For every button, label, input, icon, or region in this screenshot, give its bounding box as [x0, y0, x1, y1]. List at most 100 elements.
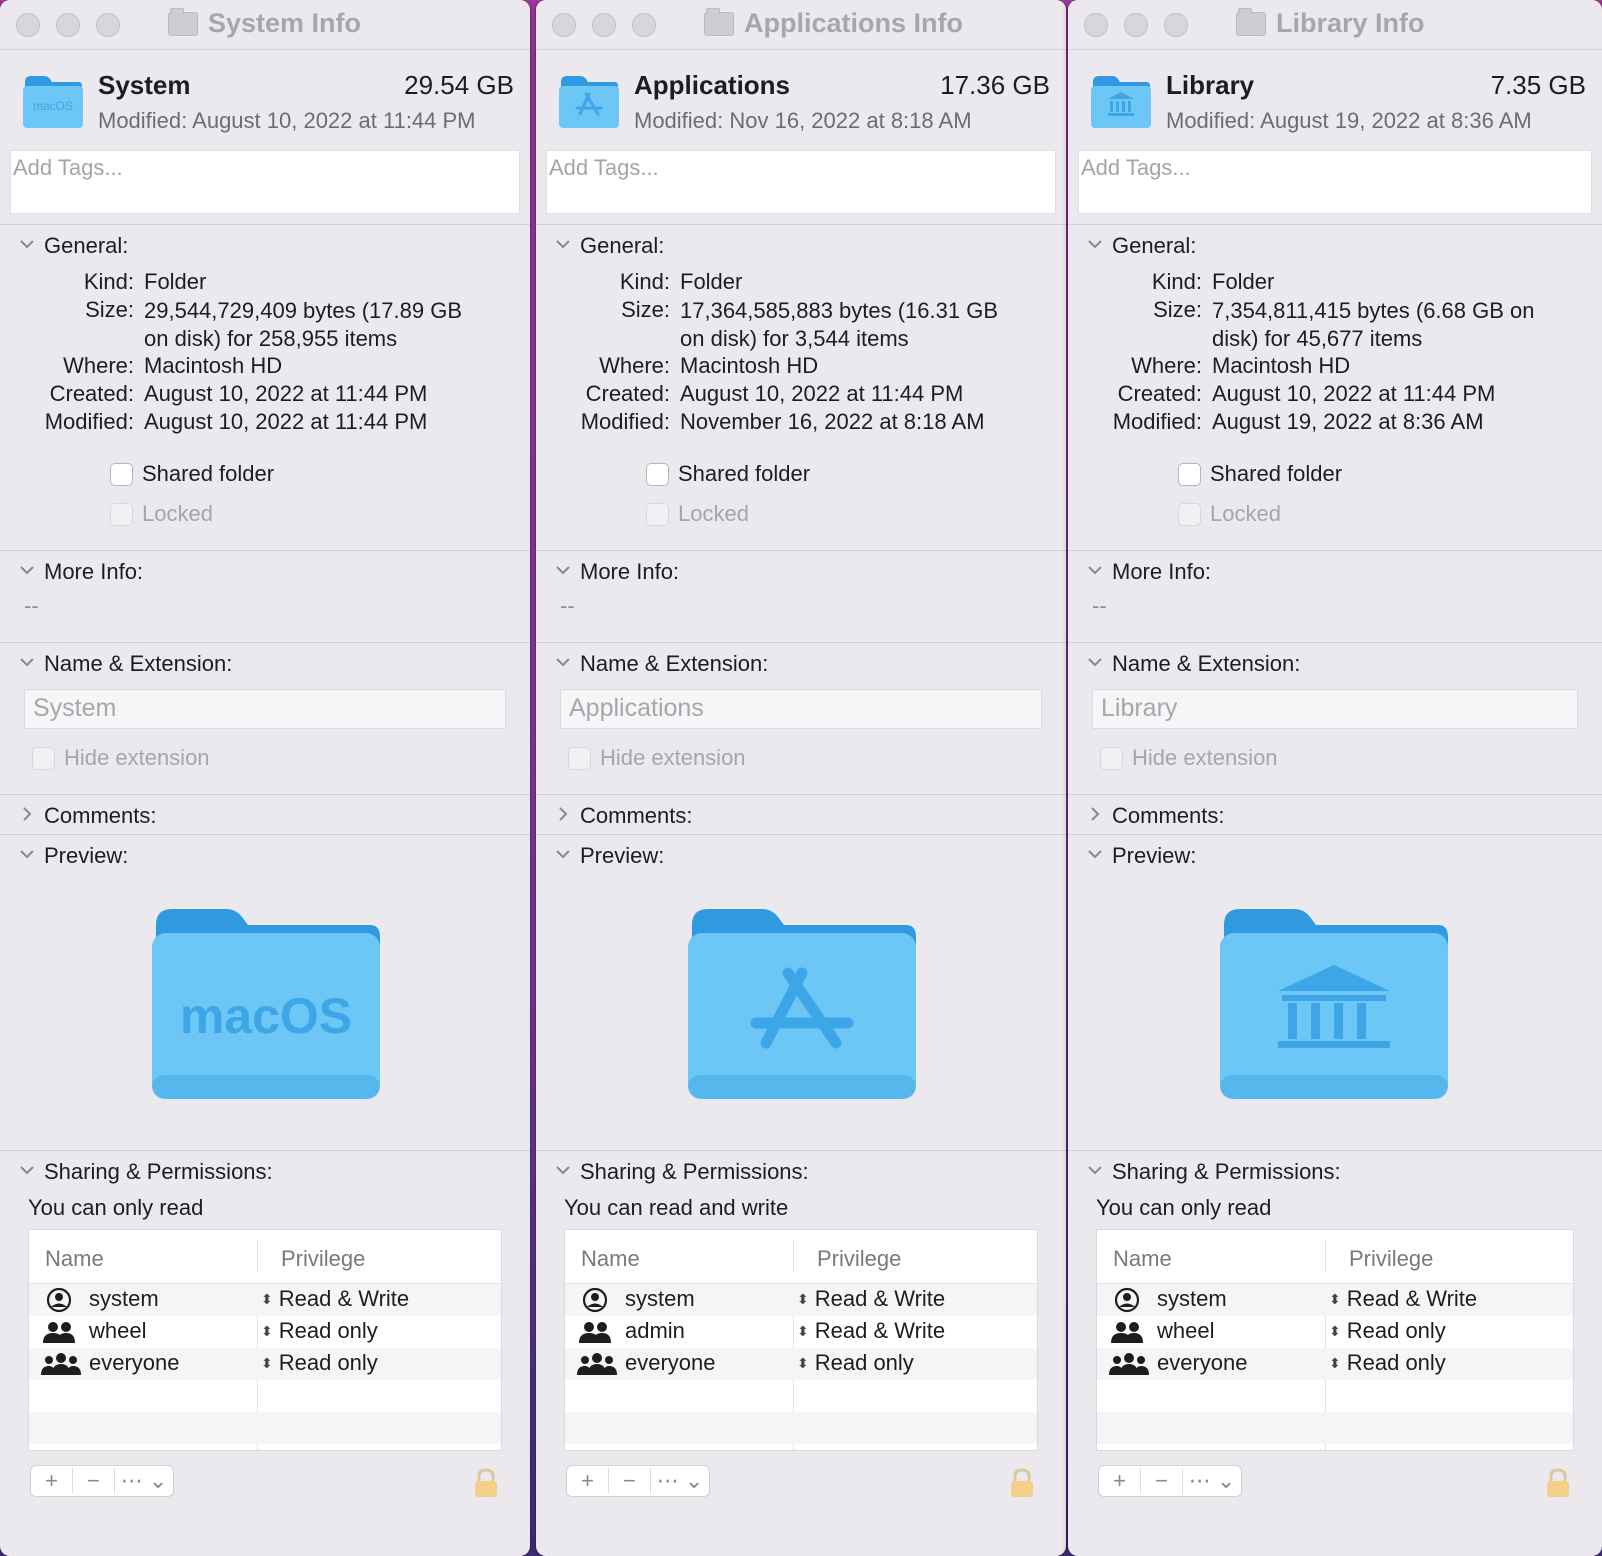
- modified-value: August 19, 2022 at 8:36 AM: [1212, 409, 1484, 434]
- column-name-header[interactable]: Name: [45, 1246, 104, 1272]
- name-field[interactable]: Library: [1092, 689, 1578, 729]
- comments-disclosure[interactable]: Comments:: [1068, 795, 1602, 835]
- name-extension-disclosure[interactable]: Name & Extension:: [536, 643, 1066, 683]
- preview-section: Preview:: [1068, 834, 1602, 1150]
- privilege-popup[interactable]: Read only: [261, 1318, 378, 1344]
- permissions-toolbar: + − ⋯ ⌄: [1068, 1451, 1602, 1515]
- permission-row[interactable]: system Read & Write: [29, 1284, 501, 1316]
- permission-row[interactable]: wheel Read only: [1097, 1316, 1573, 1348]
- more-info-disclosure[interactable]: More Info:: [1068, 551, 1602, 591]
- shared-folder-option[interactable]: Shared folder: [536, 459, 1066, 499]
- tags-field[interactable]: Add Tags...: [546, 150, 1056, 214]
- minimize-button[interactable]: [1124, 13, 1148, 37]
- title-bar[interactable]: System Info: [0, 0, 530, 50]
- privilege-popup[interactable]: Read & Write: [797, 1318, 945, 1344]
- add-user-button[interactable]: +: [1099, 1468, 1141, 1494]
- zoom-button[interactable]: [632, 13, 656, 37]
- name-extension-disclosure[interactable]: Name & Extension:: [1068, 643, 1602, 683]
- sharing-disclosure[interactable]: Sharing & Permissions:: [0, 1151, 530, 1191]
- permission-row[interactable]: system Read & Write: [565, 1284, 1037, 1316]
- general-disclosure[interactable]: General:: [536, 225, 1066, 265]
- sharing-disclosure[interactable]: Sharing & Permissions:: [1068, 1151, 1602, 1191]
- name-field[interactable]: Applications: [560, 689, 1042, 729]
- size-value: 7,354,811,415 bytes (6.68 GB on disk) for…: [1212, 297, 1535, 353]
- close-button[interactable]: [1084, 13, 1108, 37]
- name-field[interactable]: System: [24, 689, 506, 729]
- window-title: System Info: [168, 7, 361, 39]
- privilege-popup[interactable]: Read only: [1329, 1318, 1446, 1344]
- privilege-popup[interactable]: Read only: [797, 1350, 914, 1376]
- close-button[interactable]: [16, 13, 40, 37]
- permission-user-name: everyone: [1157, 1350, 1248, 1375]
- tags-field[interactable]: Add Tags...: [1078, 150, 1592, 214]
- more-info-disclosure[interactable]: More Info:: [0, 551, 530, 591]
- size-line-2: on disk) for 3,544 items: [680, 326, 909, 351]
- add-user-button[interactable]: +: [31, 1468, 73, 1494]
- permission-row[interactable]: everyone Read only: [565, 1348, 1037, 1380]
- action-menu-button[interactable]: ⋯ ⌄: [1183, 1468, 1241, 1494]
- lock-icon[interactable]: [1544, 1467, 1572, 1499]
- folder-proxy-icon[interactable]: [168, 7, 198, 36]
- folder-proxy-icon[interactable]: [1236, 7, 1266, 36]
- remove-user-button[interactable]: −: [1141, 1468, 1183, 1494]
- general-disclosure[interactable]: General:: [0, 225, 530, 265]
- close-button[interactable]: [552, 13, 576, 37]
- shared-folder-option[interactable]: Shared folder: [1068, 459, 1602, 499]
- title-bar[interactable]: Library Info: [1068, 0, 1602, 50]
- privilege-popup[interactable]: Read & Write: [261, 1286, 409, 1312]
- column-privilege-header[interactable]: Privilege: [281, 1246, 365, 1272]
- preview-disclosure[interactable]: Preview:: [536, 835, 1066, 875]
- shared-folder-checkbox[interactable]: [1178, 463, 1201, 486]
- name-extension-disclosure[interactable]: Name & Extension:: [0, 643, 530, 683]
- permission-row[interactable]: wheel Read only: [29, 1316, 501, 1348]
- privilege-popup[interactable]: Read & Write: [1329, 1286, 1477, 1312]
- sharing-section: Sharing & Permissions: You can read and w…: [536, 1150, 1066, 1515]
- permission-row[interactable]: everyone Read only: [29, 1348, 501, 1380]
- lock-icon[interactable]: [472, 1467, 500, 1499]
- privilege-popup[interactable]: Read only: [261, 1350, 378, 1376]
- remove-user-button[interactable]: −: [609, 1468, 651, 1494]
- column-name-header[interactable]: Name: [1113, 1246, 1172, 1272]
- item-name: Library: [1166, 70, 1255, 100]
- shared-folder-checkbox[interactable]: [110, 463, 133, 486]
- folder-proxy-icon[interactable]: [704, 7, 734, 36]
- lock-icon[interactable]: [1008, 1467, 1036, 1499]
- action-menu-button[interactable]: ⋯ ⌄: [651, 1468, 709, 1494]
- column-privilege-header[interactable]: Privilege: [1349, 1246, 1433, 1272]
- general-disclosure[interactable]: General:: [1068, 225, 1602, 265]
- where-value: Macintosh HD: [680, 353, 819, 378]
- privilege-popup[interactable]: Read & Write: [797, 1286, 945, 1312]
- zoom-button[interactable]: [1164, 13, 1188, 37]
- sharing-section: Sharing & Permissions: You can only read N…: [1068, 1150, 1602, 1515]
- zoom-button[interactable]: [96, 13, 120, 37]
- column-name-header[interactable]: Name: [581, 1246, 640, 1272]
- created-label: Created:: [1117, 381, 1202, 406]
- add-user-button[interactable]: +: [567, 1468, 609, 1494]
- tags-field[interactable]: Add Tags...: [10, 150, 520, 214]
- sharing-disclosure[interactable]: Sharing & Permissions:: [536, 1151, 1066, 1191]
- more-info-disclosure[interactable]: More Info:: [536, 551, 1066, 591]
- privilege-popup[interactable]: Read only: [1329, 1350, 1446, 1376]
- window-controls: [1084, 13, 1188, 37]
- minimize-button[interactable]: [56, 13, 80, 37]
- size-label: Size:: [1153, 297, 1202, 322]
- permission-row[interactable]: system Read & Write: [1097, 1284, 1573, 1316]
- preview-disclosure[interactable]: Preview:: [1068, 835, 1602, 875]
- preview-disclosure[interactable]: Preview:: [0, 835, 530, 875]
- shared-folder-option[interactable]: Shared folder: [0, 459, 530, 499]
- more-info-section: More Info: --: [0, 550, 530, 642]
- permission-user-name: system: [625, 1286, 695, 1311]
- name-extension-section: Name & Extension: Applications Hide extens…: [536, 642, 1066, 794]
- permission-row[interactable]: admin Read & Write: [565, 1316, 1037, 1348]
- title-bar[interactable]: Applications Info: [536, 0, 1066, 50]
- action-menu-button[interactable]: ⋯ ⌄: [115, 1468, 173, 1494]
- shared-folder-checkbox[interactable]: [646, 463, 669, 486]
- comments-disclosure[interactable]: Comments:: [536, 795, 1066, 835]
- minimize-button[interactable]: [592, 13, 616, 37]
- comments-disclosure[interactable]: Comments:: [0, 795, 530, 835]
- empty-row: [565, 1380, 1037, 1412]
- column-privilege-header[interactable]: Privilege: [817, 1246, 901, 1272]
- permission-row[interactable]: everyone Read only: [1097, 1348, 1573, 1380]
- more-info-value: --: [1092, 593, 1107, 618]
- remove-user-button[interactable]: −: [73, 1468, 115, 1494]
